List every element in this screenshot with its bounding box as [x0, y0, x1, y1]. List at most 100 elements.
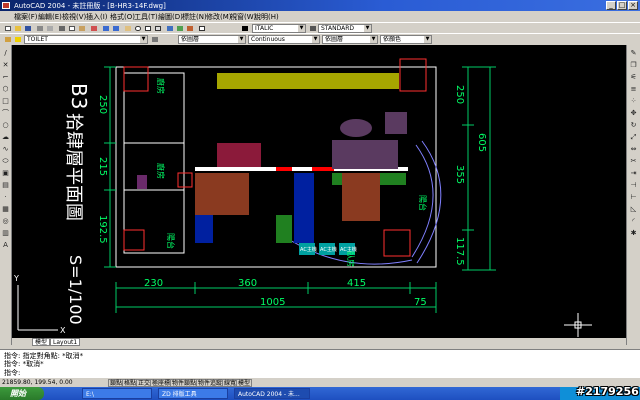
cut-icon[interactable] — [57, 24, 66, 32]
layer-select[interactable]: TOILET ▼ — [24, 35, 148, 44]
menu-modify[interactable]: 修改(M) — [206, 12, 232, 22]
text-style-select[interactable]: ITALIC ▼ — [252, 24, 306, 33]
copy-icon[interactable] — [67, 24, 76, 32]
room-label-bedroom: 臥房 — [346, 251, 356, 267]
erase-icon[interactable]: ✎ — [629, 49, 638, 58]
dim-style-select[interactable]: STANDARD ▼ — [318, 24, 372, 33]
menu-help[interactable]: 說明(H) — [254, 12, 279, 22]
start-button[interactable]: 開始 — [0, 387, 44, 400]
save-icon[interactable] — [23, 24, 32, 32]
scale-icon[interactable]: ⤢ — [629, 133, 638, 142]
command-line[interactable]: 指令: 指定對角點: *取消* 指令: *取消* 指令: — [0, 349, 640, 377]
tool-palettes-icon[interactable] — [185, 24, 194, 32]
point-icon[interactable]: · — [1, 193, 10, 202]
chevron-down-icon: ▼ — [312, 36, 319, 43]
zoom-window-icon[interactable] — [143, 24, 152, 32]
chevron-down-icon: ▼ — [370, 36, 377, 43]
menu-file[interactable]: 檔案(F) — [14, 12, 38, 22]
trim-icon[interactable]: ✂ — [629, 157, 638, 166]
layer-manager-icon[interactable] — [3, 35, 12, 43]
arc-icon[interactable]: ⌒ — [1, 109, 10, 118]
hatch-icon[interactable]: ▦ — [1, 205, 10, 214]
menu-insert[interactable]: 插入(I) — [86, 12, 108, 22]
menu-draw[interactable]: 繪圖(D) — [158, 12, 183, 22]
mirror-icon[interactable]: ⚟ — [629, 73, 638, 82]
text-style-icon[interactable] — [240, 24, 249, 32]
status-polar[interactable]: 極座標 — [150, 379, 173, 387]
task-explorer[interactable]: E:\ — [82, 388, 152, 399]
insert-block-icon[interactable]: ▣ — [1, 169, 10, 178]
polyline-icon[interactable]: ⌐ — [1, 73, 10, 82]
stretch-icon[interactable]: ⇔ — [629, 145, 638, 154]
make-current-layer-icon[interactable] — [150, 35, 159, 43]
lineweight-select[interactable]: 依圖層 ▼ — [322, 35, 378, 44]
task-zd-tool[interactable]: ZD 排版工具 — [158, 388, 228, 399]
room-label-kitchen-2: 廚房 — [156, 163, 166, 179]
minimize-button[interactable]: _ — [606, 1, 616, 10]
break-icon[interactable]: ⊣ — [629, 181, 638, 190]
match-properties-icon[interactable] — [89, 24, 98, 32]
ellipse-icon[interactable]: ⬭ — [1, 157, 10, 166]
close-button[interactable]: × — [628, 1, 638, 10]
line-icon[interactable]: / — [1, 49, 10, 58]
help-icon[interactable] — [197, 24, 206, 32]
open-file-icon[interactable] — [13, 24, 22, 32]
explode-icon[interactable]: ✱ — [629, 229, 638, 238]
redo-icon[interactable] — [111, 24, 120, 32]
zoom-previous-icon[interactable] — [153, 24, 162, 32]
circle-icon[interactable]: ○ — [1, 121, 10, 130]
chamfer-icon[interactable]: ◺ — [629, 205, 638, 214]
linetype-select[interactable]: Continuous ▼ — [248, 35, 320, 44]
undo-icon[interactable] — [101, 24, 110, 32]
chevron-down-icon: ▼ — [238, 36, 245, 43]
task-autocad[interactable]: AutoCAD 2004 - 未... — [234, 388, 310, 399]
print-preview-icon[interactable] — [45, 24, 54, 32]
offset-icon[interactable]: ≡ — [629, 85, 638, 94]
construction-line-icon[interactable]: ✕ — [1, 61, 10, 70]
copy-object-icon[interactable]: ❐ — [629, 61, 638, 70]
drawing-canvas[interactable]: B3 拾肆層平面圖 S=1/100 廚房 廚房 陽台 臥房 陽台 AC主機 AC… — [12, 45, 626, 338]
layer-state-icon[interactable] — [13, 35, 22, 43]
join-icon[interactable]: ⊢ — [629, 193, 638, 202]
rectangle-icon[interactable]: □ — [1, 97, 10, 106]
rotate-icon[interactable]: ↻ — [629, 121, 638, 130]
status-osnap[interactable]: 物件鎖點 — [170, 379, 199, 387]
menu-tools[interactable]: 工具(T) — [134, 12, 158, 22]
dim-left-2: 215 — [97, 157, 108, 176]
dim-style-icon[interactable] — [308, 24, 317, 32]
revcloud-icon[interactable]: ☁ — [1, 133, 10, 142]
pan-icon[interactable] — [123, 24, 132, 32]
menu-format[interactable]: 格式(O) — [110, 12, 135, 22]
new-file-icon[interactable] — [3, 24, 12, 32]
menu-edit[interactable]: 編輯(E) — [38, 12, 62, 22]
paste-icon[interactable] — [77, 24, 86, 32]
status-model[interactable]: 模型 — [236, 379, 253, 387]
maximize-button[interactable]: □ — [617, 1, 627, 10]
spline-icon[interactable]: ∿ — [1, 145, 10, 154]
print-icon[interactable] — [35, 24, 44, 32]
extend-icon[interactable]: ⇥ — [629, 169, 638, 178]
design-center-icon[interactable] — [175, 24, 184, 32]
array-icon[interactable]: ⁘ — [629, 97, 638, 106]
column-4 — [383, 229, 411, 257]
color-select[interactable]: 依圖層 ▼ — [178, 35, 246, 44]
menu-dimension[interactable]: 標註(N) — [182, 12, 207, 22]
column-1 — [123, 66, 149, 92]
column-3 — [399, 58, 427, 92]
status-otrack[interactable]: 物件追蹤 — [196, 379, 225, 387]
tab-layout1[interactable]: Layout1 — [50, 338, 81, 346]
zoom-realtime-icon[interactable] — [133, 24, 142, 32]
plotstyle-select[interactable]: 依顏色 ▼ — [380, 35, 432, 44]
make-block-icon[interactable]: ▤ — [1, 181, 10, 190]
mtext-icon[interactable]: A — [1, 241, 10, 250]
properties-icon[interactable] — [165, 24, 174, 32]
move-icon[interactable]: ✥ — [629, 109, 638, 118]
fillet-icon[interactable]: ◜ — [629, 217, 638, 226]
region-icon[interactable]: ◎ — [1, 217, 10, 226]
table-icon[interactable]: ▥ — [1, 229, 10, 238]
menu-view[interactable]: 檢視(V) — [62, 12, 86, 22]
polygon-icon[interactable]: ⬡ — [1, 85, 10, 94]
menu-window[interactable]: 視窗(W) — [230, 12, 256, 22]
layer-value: TOILET — [27, 36, 48, 43]
tab-model[interactable]: 模型 — [32, 338, 51, 346]
